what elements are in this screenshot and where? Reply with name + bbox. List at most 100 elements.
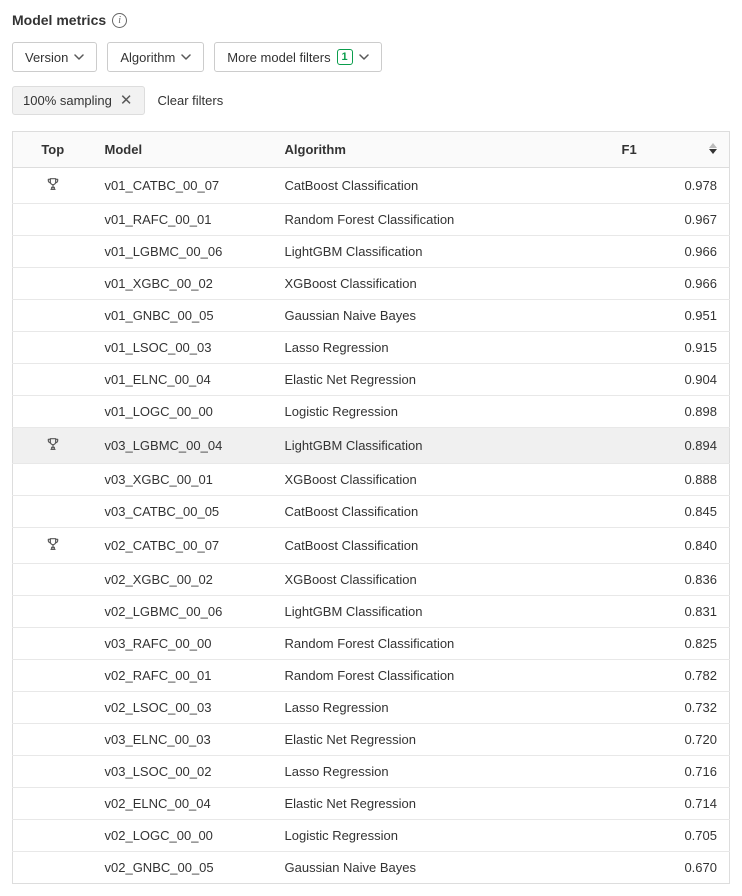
page-header: Model metrics i <box>12 12 730 28</box>
cell-f1: 0.845 <box>610 496 730 528</box>
more-filters-badge: 1 <box>337 49 353 65</box>
table-row[interactable]: v01_ELNC_00_04Elastic Net Regression0.90… <box>13 364 730 396</box>
more-filters-button[interactable]: More model filters 1 <box>214 42 381 72</box>
cell-top <box>13 596 93 628</box>
cell-f1: 0.840 <box>610 528 730 564</box>
cell-top <box>13 464 93 496</box>
cell-model: v01_LGBMC_00_06 <box>93 236 273 268</box>
cell-model: v01_CATBC_00_07 <box>93 168 273 204</box>
cell-f1: 0.904 <box>610 364 730 396</box>
cell-model: v03_LSOC_00_02 <box>93 756 273 788</box>
table-row[interactable]: v02_ELNC_00_04Elastic Net Regression0.71… <box>13 788 730 820</box>
algorithm-filter-button[interactable]: Algorithm <box>107 42 204 72</box>
col-header-f1-label: F1 <box>622 142 637 157</box>
table-row[interactable]: v02_RAFC_00_01Random Forest Classificati… <box>13 660 730 692</box>
cell-top <box>13 268 93 300</box>
table-row[interactable]: v03_XGBC_00_01XGBoost Classification0.88… <box>13 464 730 496</box>
table-row[interactable]: v01_LSOC_00_03Lasso Regression0.915 <box>13 332 730 364</box>
cell-algorithm: CatBoost Classification <box>273 168 610 204</box>
table-row[interactable]: v01_GNBC_00_05Gaussian Naive Bayes0.951 <box>13 300 730 332</box>
table-row[interactable]: v02_XGBC_00_02XGBoost Classification0.83… <box>13 564 730 596</box>
cell-f1: 0.825 <box>610 628 730 660</box>
cell-algorithm: Logistic Regression <box>273 820 610 852</box>
cell-model: v02_LSOC_00_03 <box>93 692 273 724</box>
cell-model: v01_ELNC_00_04 <box>93 364 273 396</box>
cell-model: v03_ELNC_00_03 <box>93 724 273 756</box>
cell-algorithm: CatBoost Classification <box>273 496 610 528</box>
cell-f1: 0.915 <box>610 332 730 364</box>
cell-algorithm: Elastic Net Regression <box>273 364 610 396</box>
cell-f1: 0.705 <box>610 820 730 852</box>
chevron-down-icon <box>181 54 191 60</box>
cell-top <box>13 628 93 660</box>
cell-f1: 0.831 <box>610 596 730 628</box>
trophy-icon <box>45 436 61 452</box>
cell-model: v03_CATBC_00_05 <box>93 496 273 528</box>
cell-top <box>13 692 93 724</box>
table-row[interactable]: v01_XGBC_00_02XGBoost Classification0.96… <box>13 268 730 300</box>
table-row[interactable]: v01_LGBMC_00_06LightGBM Classification0.… <box>13 236 730 268</box>
cell-algorithm: Elastic Net Regression <box>273 788 610 820</box>
sampling-chip: 100% sampling ✕ <box>12 86 145 115</box>
table-row[interactable]: v02_LSOC_00_03Lasso Regression0.732 <box>13 692 730 724</box>
cell-model: v03_LGBMC_00_04 <box>93 428 273 464</box>
cell-model: v03_RAFC_00_00 <box>93 628 273 660</box>
table-row[interactable]: v01_LOGC_00_00Logistic Regression0.898 <box>13 396 730 428</box>
table-row[interactable]: v03_CATBC_00_05CatBoost Classification0.… <box>13 496 730 528</box>
table-row[interactable]: v01_RAFC_00_01Random Forest Classificati… <box>13 204 730 236</box>
cell-f1: 0.720 <box>610 724 730 756</box>
table-row[interactable]: v02_GNBC_00_05Gaussian Naive Bayes0.670 <box>13 852 730 884</box>
cell-f1: 0.836 <box>610 564 730 596</box>
cell-model: v01_LOGC_00_00 <box>93 396 273 428</box>
col-header-top[interactable]: Top <box>13 132 93 168</box>
info-icon[interactable]: i <box>112 13 127 28</box>
filter-bar: Version Algorithm More model filters 1 <box>12 42 730 72</box>
cell-algorithm: LightGBM Classification <box>273 236 610 268</box>
algorithm-filter-label: Algorithm <box>120 50 175 65</box>
cell-f1: 0.951 <box>610 300 730 332</box>
table-row[interactable]: v03_LSOC_00_02Lasso Regression0.716 <box>13 756 730 788</box>
table-row[interactable]: v03_LGBMC_00_04LightGBM Classification0.… <box>13 428 730 464</box>
cell-model: v03_XGBC_00_01 <box>93 464 273 496</box>
cell-f1: 0.716 <box>610 756 730 788</box>
cell-top <box>13 528 93 564</box>
col-header-algorithm[interactable]: Algorithm <box>273 132 610 168</box>
cell-model: v02_GNBC_00_05 <box>93 852 273 884</box>
cell-top <box>13 236 93 268</box>
sort-icon <box>709 143 717 154</box>
table-row[interactable]: v02_LGBMC_00_06LightGBM Classification0.… <box>13 596 730 628</box>
sampling-chip-label: 100% sampling <box>23 93 112 108</box>
cell-algorithm: LightGBM Classification <box>273 428 610 464</box>
cell-algorithm: Random Forest Classification <box>273 628 610 660</box>
cell-f1: 0.670 <box>610 852 730 884</box>
cell-top <box>13 756 93 788</box>
table-row[interactable]: v01_CATBC_00_07CatBoost Classification0.… <box>13 168 730 204</box>
cell-algorithm: Lasso Regression <box>273 692 610 724</box>
cell-top <box>13 332 93 364</box>
clear-filters-link[interactable]: Clear filters <box>157 93 223 108</box>
table-row[interactable]: v02_LOGC_00_00Logistic Regression0.705 <box>13 820 730 852</box>
cell-algorithm: XGBoost Classification <box>273 564 610 596</box>
cell-algorithm: Random Forest Classification <box>273 204 610 236</box>
cell-model: v02_RAFC_00_01 <box>93 660 273 692</box>
cell-algorithm: Lasso Regression <box>273 332 610 364</box>
col-header-f1[interactable]: F1 <box>610 132 730 168</box>
version-filter-button[interactable]: Version <box>12 42 97 72</box>
table-row[interactable]: v03_ELNC_00_03Elastic Net Regression0.72… <box>13 724 730 756</box>
cell-algorithm: LightGBM Classification <box>273 596 610 628</box>
chevron-down-icon <box>359 54 369 60</box>
cell-model: v02_LOGC_00_00 <box>93 820 273 852</box>
cell-top <box>13 396 93 428</box>
cell-top <box>13 364 93 396</box>
col-header-model[interactable]: Model <box>93 132 273 168</box>
cell-f1: 0.732 <box>610 692 730 724</box>
cell-top <box>13 852 93 884</box>
table-row[interactable]: v02_CATBC_00_07CatBoost Classification0.… <box>13 528 730 564</box>
cell-f1: 0.978 <box>610 168 730 204</box>
more-filters-label: More model filters <box>227 50 330 65</box>
cell-f1: 0.898 <box>610 396 730 428</box>
cell-algorithm: XGBoost Classification <box>273 464 610 496</box>
close-icon[interactable]: ✕ <box>118 93 135 108</box>
table-row[interactable]: v03_RAFC_00_00Random Forest Classificati… <box>13 628 730 660</box>
model-metrics-table: Top Model Algorithm F1 v01_CATBC_00_07Ca… <box>12 131 730 884</box>
